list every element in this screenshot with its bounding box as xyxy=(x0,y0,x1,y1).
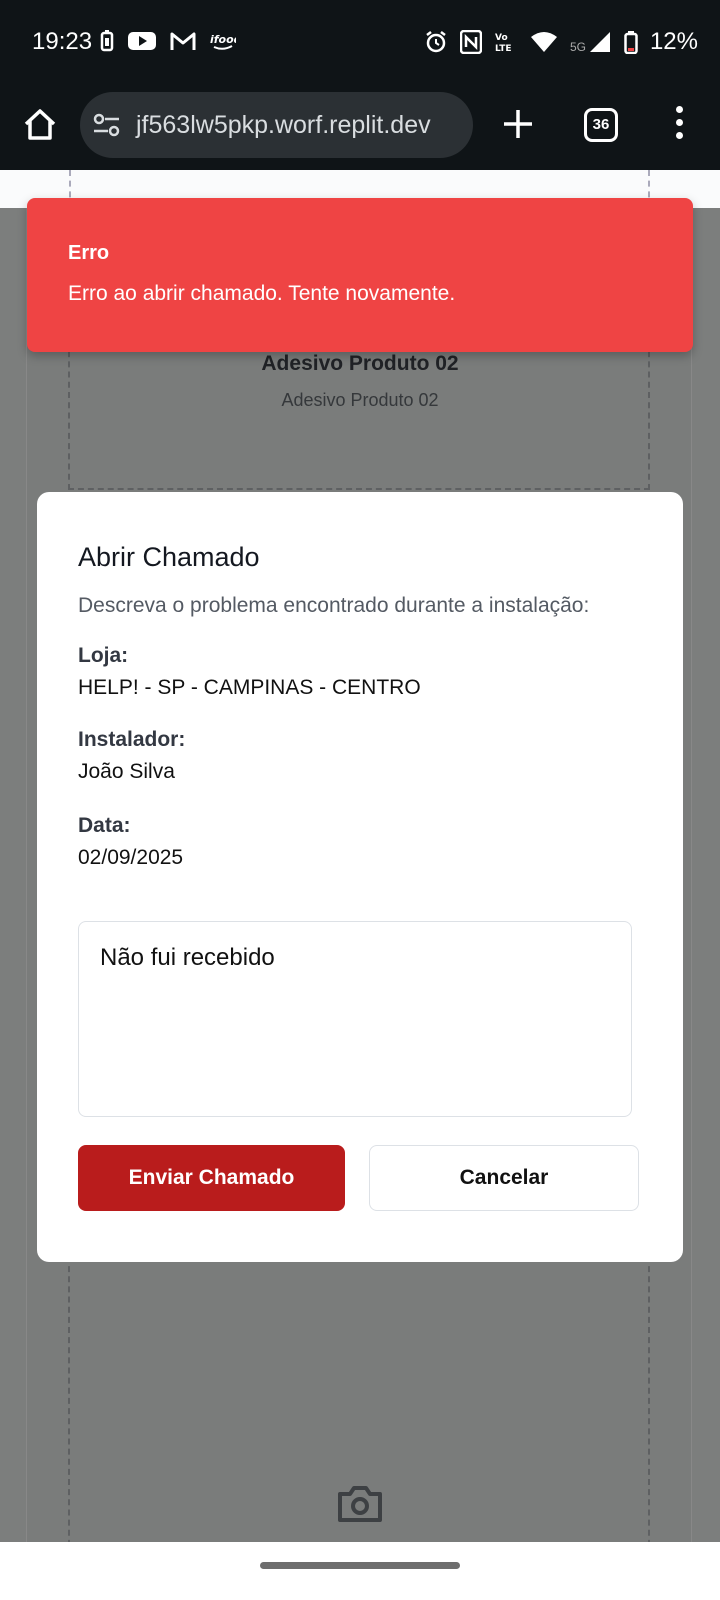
status-bar: 19:23 ifood VoLTE 5G 12% xyxy=(0,0,720,82)
notification-icons: ifood xyxy=(100,30,236,52)
battery-saver-icon xyxy=(100,30,114,52)
system-icons: Vo LTE 5G 12% xyxy=(424,28,698,56)
signal-icon xyxy=(589,32,610,52)
date-value: 02/09/2025 xyxy=(78,846,184,869)
cancel-button[interactable]: Cancelar xyxy=(369,1145,639,1211)
address-bar[interactable]: jf563lw5pkp.worf.replit.dev xyxy=(80,92,473,158)
date-label: Data: xyxy=(78,814,131,837)
alarm-icon xyxy=(426,31,446,53)
new-tab-icon[interactable] xyxy=(498,104,538,144)
product-title: Adesivo Produto 02 xyxy=(261,352,459,375)
home-icon[interactable] xyxy=(20,104,60,144)
problem-description-input[interactable]: Não fui recebido xyxy=(78,921,632,1117)
ifood-icon: ifood xyxy=(210,33,236,50)
battery-percent: 12% xyxy=(649,28,698,55)
more-menu-icon[interactable] xyxy=(670,106,688,146)
svg-text:Vo: Vo xyxy=(495,33,508,43)
toast-message: Erro ao abrir chamado. Tente novamente. xyxy=(68,282,456,305)
battery-icon xyxy=(624,31,638,54)
installer-value: João Silva xyxy=(78,760,175,783)
site-settings-icon[interactable] xyxy=(92,112,122,138)
gesture-nav-bar xyxy=(0,1542,720,1600)
store-value: HELP! - SP - CAMPINAS - CENTRO xyxy=(78,676,421,699)
youtube-icon xyxy=(128,32,156,50)
camera-icon[interactable] xyxy=(336,1482,384,1524)
product-subtitle: Adesivo Produto 02 xyxy=(281,390,439,410)
send-ticket-button[interactable]: Enviar Chamado xyxy=(78,1145,345,1211)
svg-text:ifood: ifood xyxy=(210,33,236,46)
volte-icon: VoLTE xyxy=(495,33,512,54)
gmail-icon xyxy=(170,32,196,50)
network-type: 5G xyxy=(569,40,586,54)
open-ticket-dialog: Abrir Chamado Descreva o problema encont… xyxy=(37,492,683,1262)
tabs-icon[interactable]: 36 xyxy=(584,108,618,142)
browser-toolbar: jf563lw5pkp.worf.replit.dev 36 xyxy=(0,82,720,170)
store-label: Loja: xyxy=(78,644,129,667)
dialog-title: Abrir Chamado xyxy=(78,542,260,572)
toast-title: Erro xyxy=(68,242,110,264)
error-toast: Erro Erro ao abrir chamado. Tente novame… xyxy=(27,198,693,352)
url-text[interactable]: jf563lw5pkp.worf.replit.dev xyxy=(136,111,431,140)
status-time: 19:23 xyxy=(32,28,93,55)
wifi-icon xyxy=(530,32,557,52)
home-gesture-handle[interactable] xyxy=(260,1562,460,1569)
nfc-icon xyxy=(459,30,482,54)
dialog-description: Descreva o problema encontrado durante a… xyxy=(78,594,590,617)
installer-label: Instalador: xyxy=(78,728,186,751)
svg-text:LTE: LTE xyxy=(495,44,512,54)
